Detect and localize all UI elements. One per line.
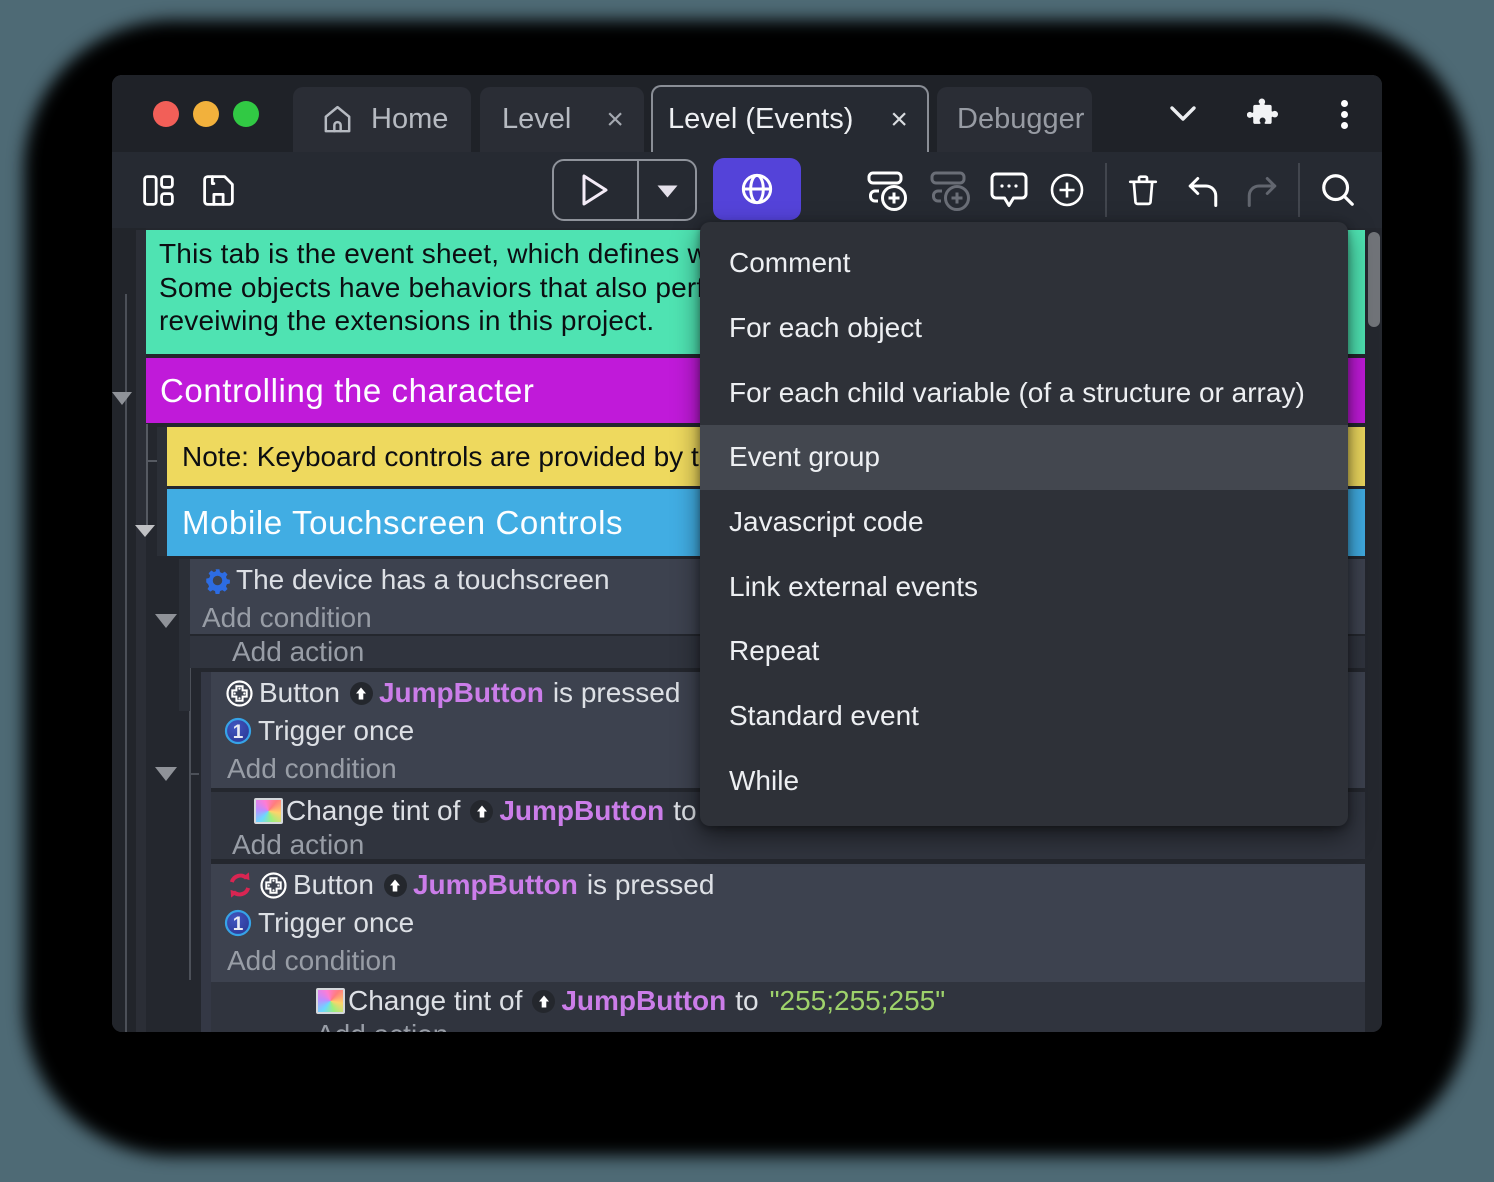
svg-text:1: 1 [233, 914, 244, 935]
svg-text:1: 1 [233, 722, 244, 743]
